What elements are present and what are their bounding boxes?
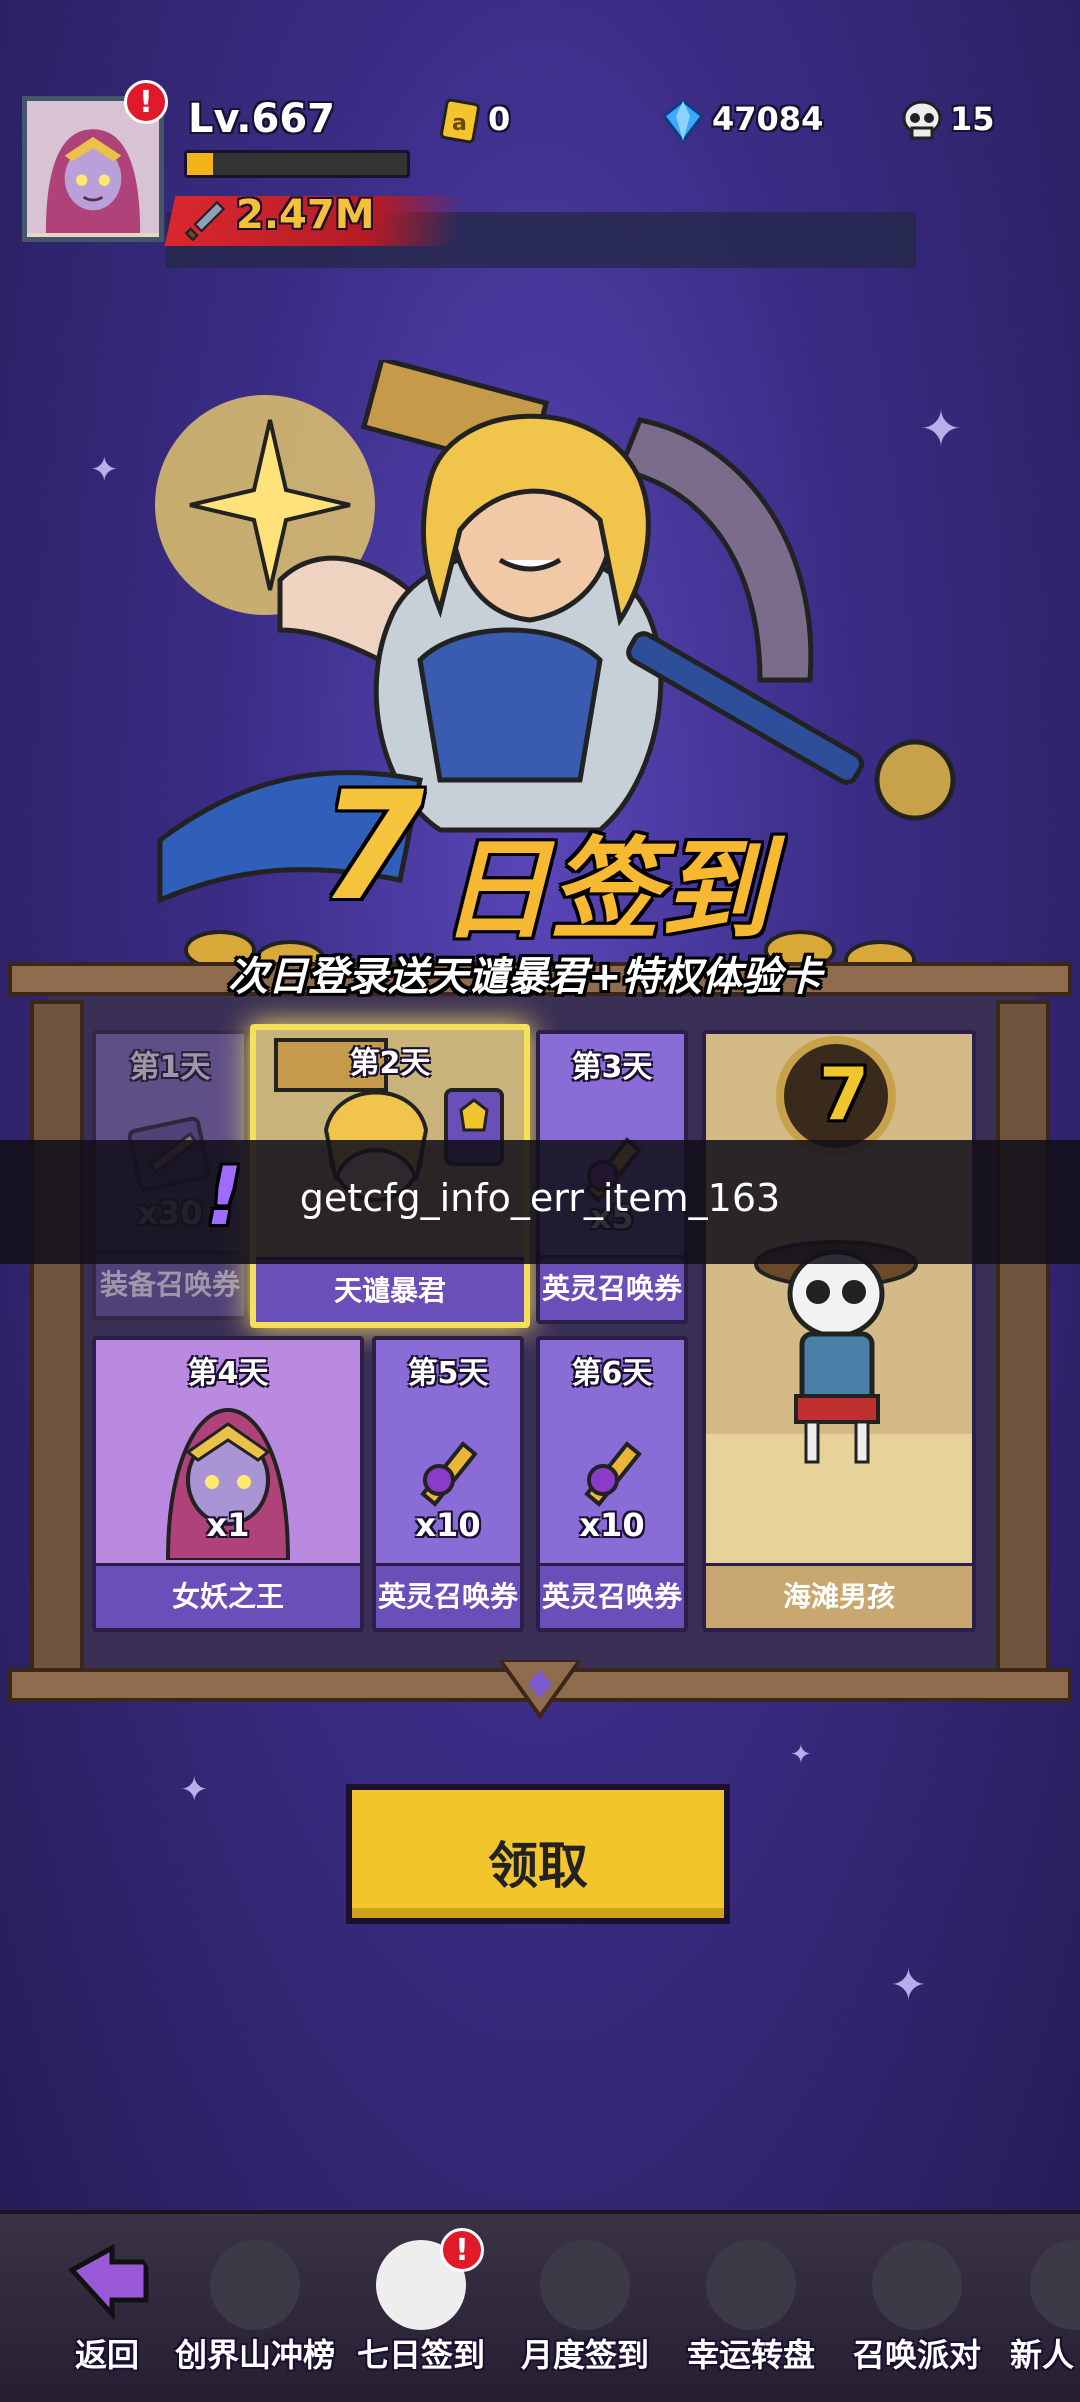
nav-label: 召唤派对 [852,2336,981,2374]
newbie-icon [1030,2240,1080,2330]
day-label: 第5天 [407,1356,489,1391]
reward-name: 天谴暴君 [256,1257,524,1322]
day-label: 第3天 [571,1050,653,1085]
gem-icon[interactable] [660,98,706,144]
nav-newbie[interactable]: 新人 [1010,2230,1080,2380]
grand-day-number: 7 [818,1052,870,1136]
wheel-icon [706,2240,796,2330]
nav-lucky-wheel[interactable]: 幸运转盘 [676,2230,826,2380]
nav-label: 幸运转盘 [686,2336,815,2374]
gem-count: 47084 [712,100,824,138]
xp-bar [184,150,410,178]
alert-badge: ! [124,80,168,124]
xp-bar-fill [187,153,214,175]
reward-name: 海滩男孩 [706,1563,972,1628]
nav-label: 创界山冲榜 [174,2336,335,2374]
ticket-icon: a [440,98,482,144]
hero-summon-ticket-icon [420,1441,478,1507]
event-title-number: 7 [320,760,424,934]
error-toast-text: getcfg_info_err_item_163 [299,1176,781,1220]
nav-summon-party[interactable]: 召唤派对 [842,2230,992,2380]
hero-summon-ticket-icon [584,1441,642,1507]
reward-name: 女妖之王 [96,1563,360,1628]
reward-name: 英灵召唤券 [540,1255,684,1320]
reward-name: 英灵召唤券 [376,1563,520,1628]
ticket-count: 0 [488,100,511,138]
nav-rank-event[interactable]: 创界山冲榜 [175,2230,335,2380]
nav-seven-day[interactable]: ! 七日签到 [346,2228,496,2380]
nav-label: 新人 [1010,2336,1075,2374]
event-title-text: 日签到 [440,826,770,954]
day-card-6[interactable]: 第6天 x10 英灵召唤券 [536,1336,688,1632]
player-level: Lv.667 [188,96,335,142]
svg-text:a: a [452,111,467,136]
nav-label: 月度签到 [520,2336,649,2374]
board-ornament-icon [496,1658,584,1720]
reward-qty: x10 [415,1506,481,1544]
day-card-7-grand[interactable]: 7 海滩男孩 [702,1030,976,1632]
skull-count: 15 [950,100,995,138]
sparkle-icon: ✦ [90,450,119,490]
rank-icon [210,2240,300,2330]
day-label: 第1天 [129,1050,211,1085]
day-card-4[interactable]: 第4天 x1 女妖之王 [92,1336,364,1632]
claim-button[interactable]: 领取 [346,1784,730,1924]
day-label: 第4天 [187,1356,269,1391]
reward-name: 英灵召唤券 [540,1563,684,1628]
board-pillar-right [996,1000,1050,1680]
skull-icon [898,98,946,144]
sword-power-icon [184,198,228,242]
power-value: 2.47M [236,192,375,238]
sparkle-icon: ✦ [890,1960,927,2011]
sparkle-icon: ✦ [790,1740,812,1770]
calendar-icon [540,2240,630,2330]
nav-label: 七日签到 [356,2336,485,2374]
reward-qty: x10 [579,1506,645,1544]
back-arrow-icon [68,2243,149,2321]
sparkle-icon: ✦ [180,1770,209,1810]
day-label: 第2天 [349,1046,431,1081]
day-card-5[interactable]: 第5天 x10 英灵召唤券 [372,1336,524,1632]
disco-icon [872,2240,962,2330]
reward-qty: x1 [206,1506,250,1544]
alert-badge: ! [440,2228,484,2272]
nav-monthly[interactable]: 月度签到 [510,2230,660,2380]
board-pillar-left [30,1000,84,1680]
claim-button-label: 领取 [488,1837,588,1895]
day-label: 第6天 [571,1356,653,1391]
event-subtitle: 次日登录送天谴暴君+特权体验卡 [228,954,822,1000]
